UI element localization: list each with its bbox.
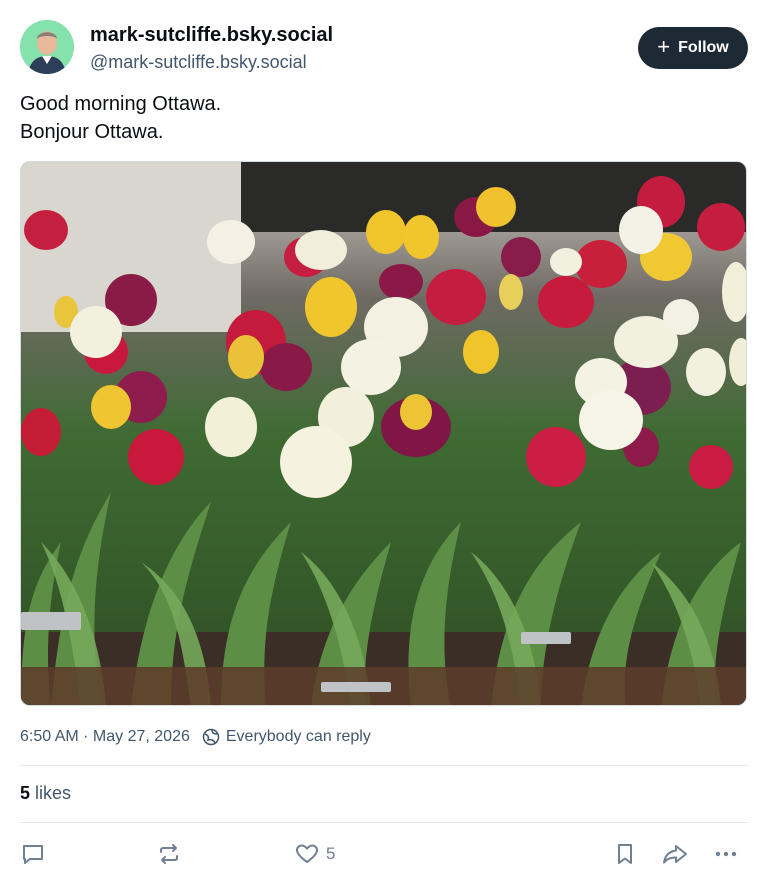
reply-setting: Everybody can reply [225,728,371,745]
more-button[interactable] [713,838,739,870]
author-display-name[interactable]: mark-sutcliffe.bsky.social [90,22,333,48]
post-header: mark-sutcliffe.bsky.social @mark-sutclif… [20,20,748,76]
post-text: Good morning Ottawa. Bonjour Ottawa. [20,90,748,146]
like-button[interactable]: 5 [294,838,335,870]
bookmark-icon [618,844,632,864]
share-icon [663,845,687,864]
divider [20,822,748,823]
repost-button[interactable] [156,838,182,870]
like-count: 5 [326,844,336,863]
author-handle[interactable]: @mark-sutcliffe.bsky.social [90,50,333,74]
likes-count: 5 [20,783,31,803]
plus-icon: + [657,34,671,59]
follow-label: Follow [678,39,729,56]
tulip-photo [21,162,746,705]
likes-summary[interactable]: 5 likes [20,781,71,805]
follow-button[interactable]: + Follow [638,27,748,69]
likes-label: likes [35,783,72,803]
share-button[interactable] [661,838,689,870]
avatar[interactable] [20,20,74,74]
post-timestamp[interactable]: 6:50 AM · May 27, 2026 [20,726,190,748]
comment-icon [23,845,43,864]
reply-button[interactable] [20,838,46,870]
repost-icon [160,844,178,864]
author-names: mark-sutcliffe.bsky.social @mark-sutclif… [90,22,333,74]
globe-icon [202,728,220,746]
post-text-line: Good morning Ottawa. [20,93,222,115]
heart-icon [296,844,318,863]
post-meta: 6:50 AM · May 27, 2026 Everybody can rep… [20,726,371,748]
post-image[interactable] [20,161,747,706]
more-icon [715,851,737,857]
bookmark-button[interactable] [612,838,638,870]
post-actions: 5 [20,838,748,870]
post-text-line: Bonjour Ottawa. [20,121,164,143]
divider [20,765,748,766]
